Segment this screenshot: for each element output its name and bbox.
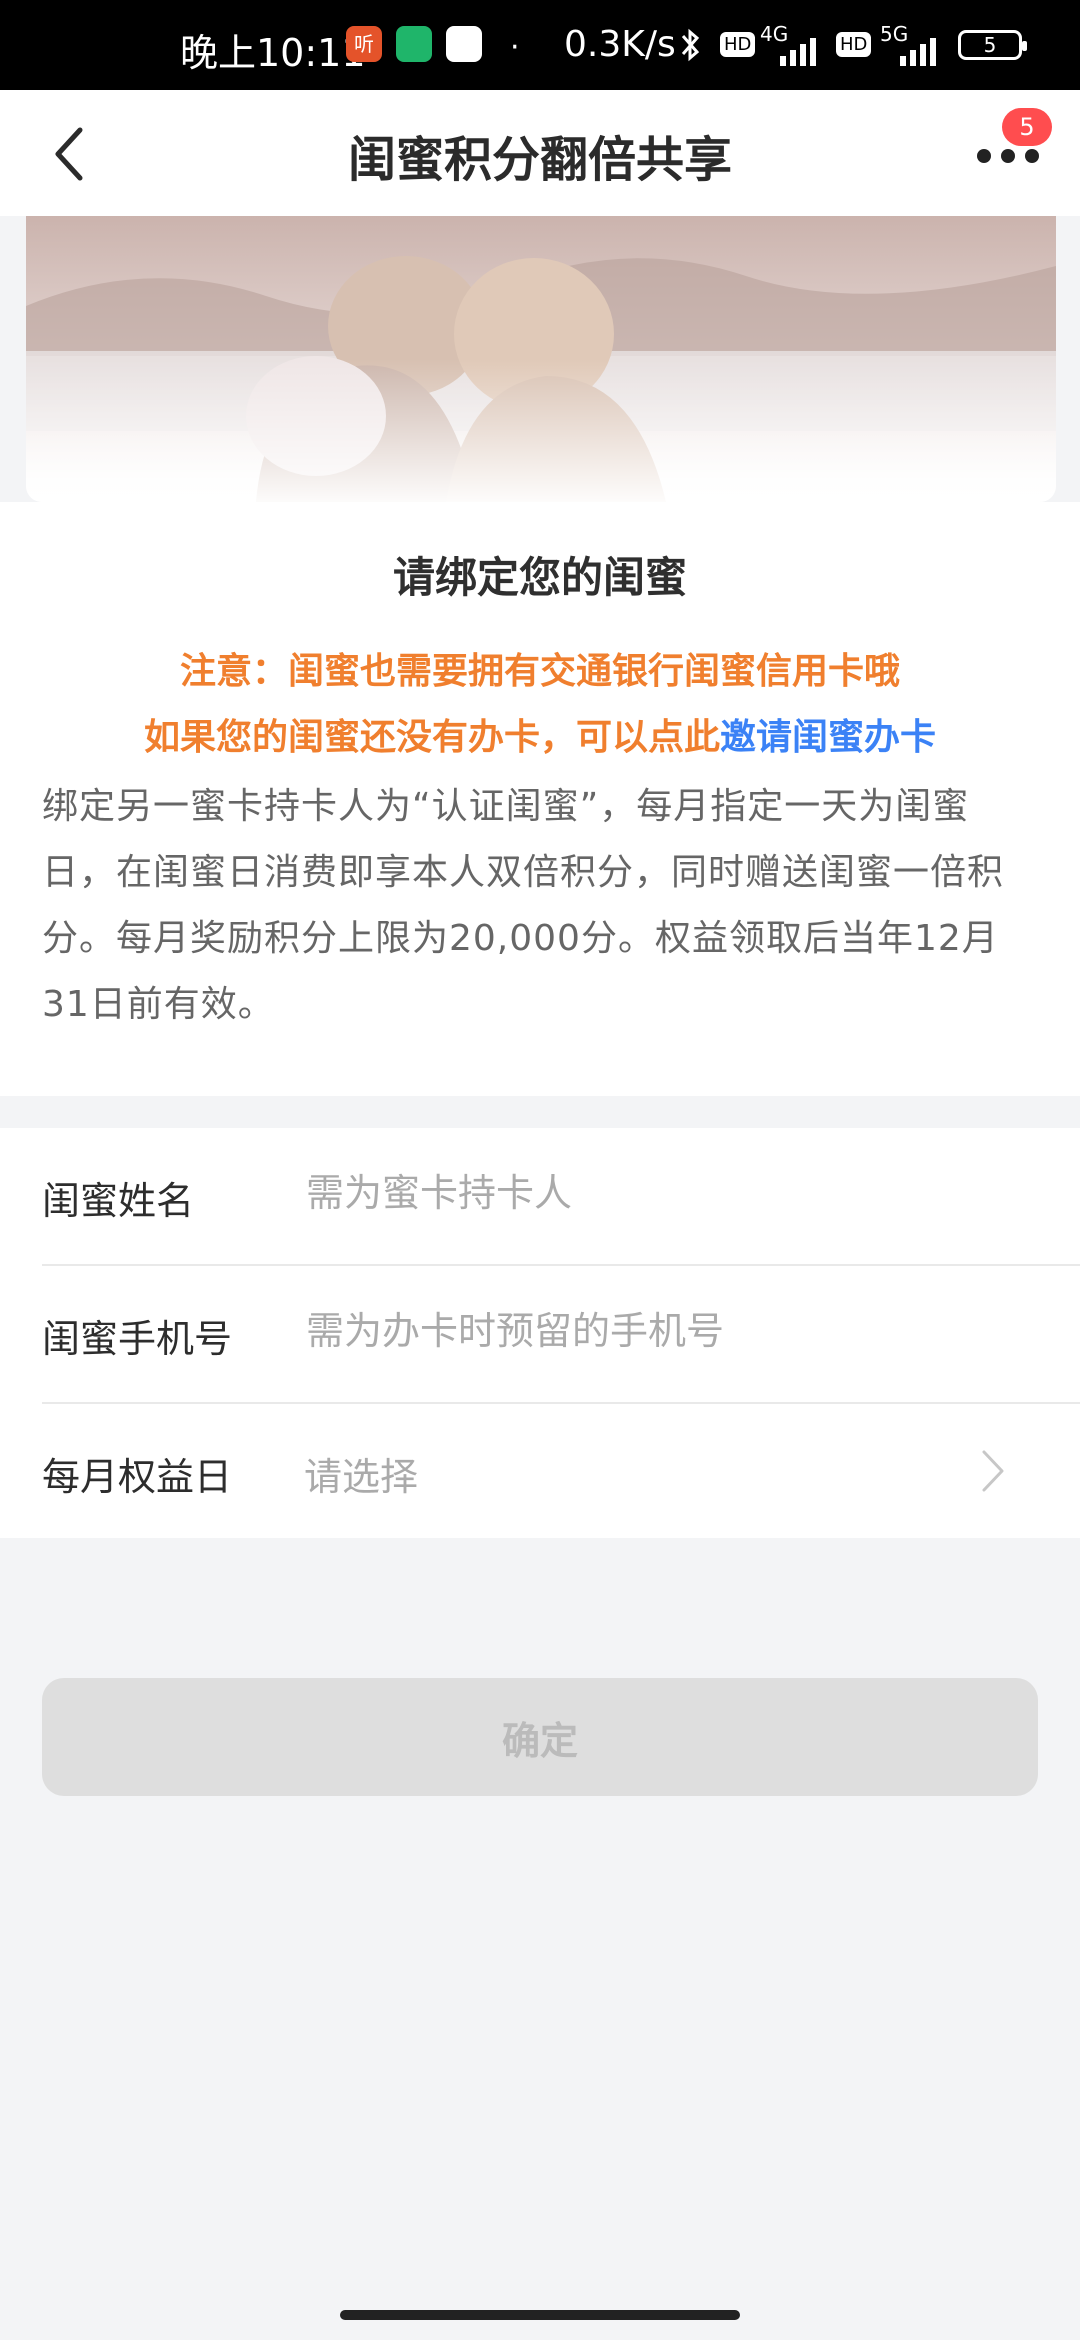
name-input[interactable] [304, 1162, 1008, 1224]
benefit-day-label: 每月权益日 [42, 1455, 233, 1499]
notification-badge: 5 [1002, 108, 1052, 146]
home-indicator[interactable] [340, 2310, 740, 2320]
hd-label-1: HD [720, 32, 756, 57]
notice-line-2-text: 如果您的闺蜜还没有办卡，可以点此 [143, 717, 720, 758]
battery-level: 5 [983, 33, 997, 57]
invite-card-link[interactable]: 邀请闺蜜办卡 [720, 717, 936, 758]
hero-banner-image [26, 216, 1056, 502]
benefit-day-row[interactable]: 每月权益日 请选择 [42, 1404, 1080, 1538]
signal-bars-icon-1 [780, 38, 816, 66]
network-speed: 0.3K/s [564, 24, 676, 65]
benefit-day-select[interactable]: 请选择 [304, 1446, 418, 1501]
notice-line-2: 如果您的闺蜜还没有办卡，可以点此邀请闺蜜办卡 [0, 708, 1080, 760]
battery-indicator: 5 [958, 30, 1027, 60]
phone-input[interactable] [304, 1300, 1008, 1362]
bind-form: 闺蜜姓名 闺蜜手机号 每月权益日 请选择 [0, 1128, 1080, 1538]
benefit-description: 绑定另一蜜卡持卡人为“认证闺蜜”，每月指定一天为闺蜜日，在闺蜜日消费即享本人双倍… [42, 786, 1005, 1025]
status-dot: · [510, 30, 520, 65]
page-title: 闺蜜积分翻倍共享 [347, 132, 732, 188]
browser-app-icon [446, 26, 482, 62]
hd-label-2: HD [836, 32, 872, 57]
confirm-button[interactable]: 确定 [42, 1678, 1038, 1796]
status-bar: 晚上10:11 听 · 0.3K/s HD 4G HD 5G 5 [0, 0, 1080, 90]
bind-title: 请绑定您的闺蜜 [392, 553, 687, 602]
phone-label: 闺蜜手机号 [42, 1317, 233, 1361]
top-nav-bar: 闺蜜积分翻倍共享 [0, 90, 1080, 216]
status-time: 晚上10:11 [180, 31, 366, 75]
chevron-right-icon [982, 1450, 1004, 1492]
listen-app-icon: 听 [346, 26, 382, 62]
name-label: 闺蜜姓名 [42, 1179, 195, 1223]
notice-line-1: 注意：闺蜜也需要拥有交通银行闺蜜信用卡哦 [179, 651, 900, 692]
name-row: 闺蜜姓名 [42, 1128, 1080, 1266]
bluetooth-icon [681, 28, 700, 62]
signal-bars-icon-2 [900, 38, 936, 66]
phone-row: 闺蜜手机号 [42, 1266, 1080, 1404]
shield-app-icon [396, 26, 432, 62]
info-card: 请绑定您的闺蜜 注意：闺蜜也需要拥有交通银行闺蜜信用卡哦 如果您的闺蜜还没有办卡… [0, 502, 1080, 1096]
more-icon[interactable] [976, 148, 1040, 164]
